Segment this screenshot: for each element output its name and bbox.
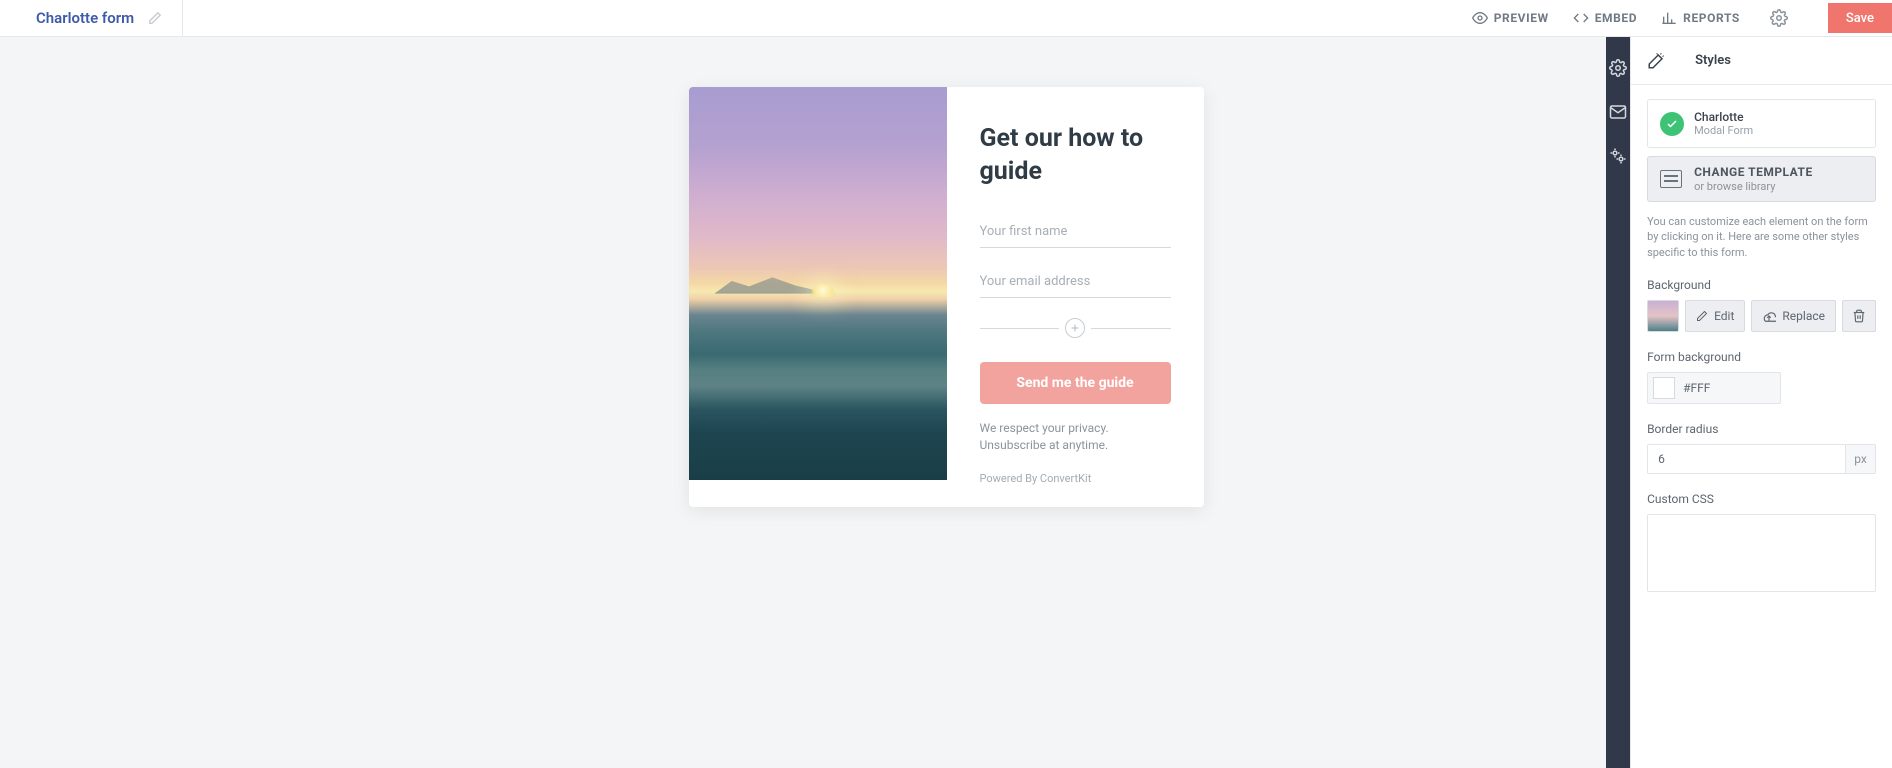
edit-title-icon[interactable] [148, 11, 162, 25]
eye-icon [1472, 10, 1488, 26]
background-label: Background [1647, 278, 1876, 292]
form-preview-card[interactable]: Get our how to guide Send me the guide W… [689, 87, 1204, 507]
pencil-icon [1696, 310, 1708, 322]
trash-icon [1852, 309, 1866, 323]
edit-background-button[interactable]: Edit [1685, 300, 1745, 332]
upload-icon [1762, 309, 1776, 323]
change-template-button[interactable]: CHANGE TEMPLATE or browse library [1647, 156, 1876, 201]
form-title[interactable]: Charlotte form [36, 9, 134, 27]
email-input[interactable] [980, 266, 1171, 298]
plus-icon [1069, 322, 1081, 334]
form-background-image[interactable] [689, 87, 947, 480]
settings-gear-icon[interactable] [1764, 9, 1794, 27]
gear-icon [1609, 59, 1627, 77]
template-icon [1660, 170, 1682, 188]
custom-css-textarea[interactable] [1647, 514, 1876, 592]
code-icon [1573, 10, 1589, 26]
border-radius-label: Border radius [1647, 422, 1876, 436]
custom-css-label: Custom CSS [1647, 492, 1876, 506]
border-radius-input[interactable] [1647, 444, 1846, 474]
template-name: Charlotte [1694, 110, 1753, 124]
template-type: Modal Form [1694, 124, 1753, 137]
embed-button[interactable]: EMBED [1573, 10, 1637, 26]
privacy-text[interactable]: We respect your privacy. Unsubscribe at … [980, 420, 1171, 454]
color-swatch [1653, 377, 1675, 399]
check-icon [1660, 112, 1684, 136]
sidetab-advanced[interactable] [1609, 147, 1627, 165]
submit-button[interactable]: Send me the guide [980, 362, 1171, 404]
mail-icon [1609, 103, 1627, 121]
form-heading[interactable]: Get our how to guide [980, 123, 1171, 188]
first-name-input[interactable] [980, 216, 1171, 248]
background-thumbnail[interactable] [1647, 300, 1679, 332]
replace-background-button[interactable]: Replace [1751, 300, 1836, 332]
panel-title: Styles [1695, 53, 1731, 68]
magic-wand-icon [1647, 52, 1665, 70]
add-field-button[interactable] [1065, 318, 1085, 338]
sidetab-email[interactable] [1609, 103, 1627, 121]
sidetab-styles[interactable] [1609, 59, 1627, 77]
save-button[interactable]: Save [1828, 3, 1892, 33]
delete-background-button[interactable] [1842, 300, 1876, 332]
current-template-card: Charlotte Modal Form [1647, 99, 1876, 148]
reports-button[interactable]: REPORTS [1661, 10, 1740, 26]
help-text: You can customize each element on the fo… [1647, 214, 1876, 260]
preview-button[interactable]: PREVIEW [1472, 10, 1549, 26]
powered-by-text[interactable]: Powered By ConvertKit [980, 472, 1171, 485]
form-background-color-picker[interactable]: #FFF [1647, 372, 1781, 404]
gears-icon [1609, 147, 1627, 165]
chart-icon [1661, 10, 1677, 26]
border-radius-unit: px [1846, 444, 1876, 474]
form-background-label: Form background [1647, 350, 1876, 364]
